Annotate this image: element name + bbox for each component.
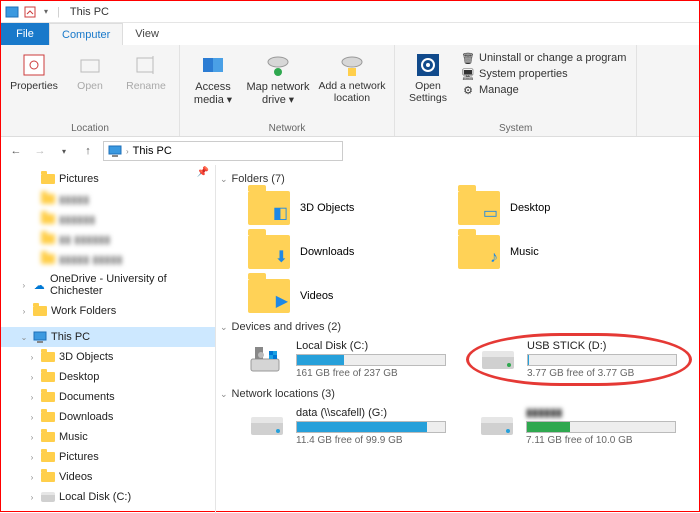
chevron-down-icon: ⌄ bbox=[220, 389, 228, 400]
tree-desktop[interactable]: ›Desktop bbox=[1, 367, 215, 387]
uninstall-program-button[interactable]: 🗑Uninstall or change a program bbox=[461, 51, 626, 65]
qat-properties-icon[interactable] bbox=[23, 5, 37, 19]
storage-bar bbox=[296, 421, 446, 433]
nav-back-button[interactable]: ← bbox=[7, 142, 25, 160]
section-network-header[interactable]: ⌄Network locations (3) bbox=[220, 388, 691, 400]
nav-up-button[interactable]: ↑ bbox=[79, 142, 97, 160]
rename-button: Rename bbox=[119, 49, 173, 123]
window-title: This PC bbox=[70, 6, 109, 18]
ribbon: Properties Open Rename Location Access m… bbox=[1, 45, 699, 137]
chevron-right-icon: › bbox=[126, 147, 129, 156]
add-network-location-icon bbox=[338, 51, 366, 79]
manage-button[interactable]: ⚙Manage bbox=[461, 83, 626, 97]
highlight-annotation: USB STICK (D:) 3.77 GB free of 3.77 GB bbox=[466, 333, 692, 386]
tree-documents[interactable]: ›Documents bbox=[1, 387, 215, 407]
tab-computer[interactable]: Computer bbox=[49, 23, 123, 45]
rename-icon bbox=[132, 51, 160, 79]
tree-work-folders[interactable]: ›Work Folders bbox=[1, 301, 215, 321]
add-network-location-button[interactable]: Add a network location bbox=[316, 49, 388, 123]
tab-view[interactable]: View bbox=[123, 23, 171, 45]
storage-bar bbox=[527, 354, 677, 366]
address-bar[interactable]: › This PC bbox=[103, 141, 343, 161]
folder-3d-objects[interactable]: ◧3D Objects bbox=[248, 191, 428, 225]
network-drive-redacted[interactable]: ▮▮▮▮▮▮ 7.11 GB free of 10.0 GB bbox=[478, 406, 678, 446]
manage-icon: ⚙ bbox=[461, 83, 475, 97]
open-settings-button[interactable]: Open Settings bbox=[401, 49, 455, 123]
system-properties-button[interactable]: 🖥System properties bbox=[461, 67, 626, 81]
system-properties-icon: 🖥 bbox=[461, 67, 475, 81]
section-network-locations: ⌄Network locations (3) data (\\scafell) … bbox=[220, 388, 691, 446]
folder-music[interactable]: ♪Music bbox=[458, 235, 638, 269]
main-area: 📌 Pictures ▮▮▮▮▮ ▮▮▮▮▮▮ ▮▮ ▮▮▮▮▮▮ ▮▮▮▮▮ … bbox=[1, 165, 699, 513]
section-folders-header[interactable]: ⌄Folders (7) bbox=[220, 173, 691, 185]
uninstall-icon: 🗑 bbox=[461, 51, 475, 65]
this-pc-icon bbox=[108, 144, 122, 158]
tree-local-disk[interactable]: ›Local Disk (C:) bbox=[1, 487, 215, 507]
network-drive-icon bbox=[248, 411, 286, 441]
quick-access-toolbar: ▾ bbox=[23, 5, 53, 19]
storage-bar bbox=[296, 354, 446, 366]
map-drive-button[interactable]: Map network drive ▾ bbox=[242, 49, 314, 123]
address-text: This PC bbox=[133, 145, 172, 157]
tree-videos[interactable]: ›Videos bbox=[1, 467, 215, 487]
folder-desktop[interactable]: ▭Desktop bbox=[458, 191, 638, 225]
access-media-button[interactable]: Access media ▾ bbox=[186, 49, 240, 123]
tree-onedrive[interactable]: ›☁OneDrive - University of Chichester bbox=[1, 275, 215, 295]
ribbon-group-network: Access media ▾ Map network drive ▾ Add a… bbox=[180, 45, 395, 136]
chevron-down-icon: ⌄ bbox=[220, 174, 228, 185]
tree-redacted[interactable]: ▮▮ ▮▮▮▮▮▮ bbox=[1, 229, 215, 249]
pin-icon[interactable]: 📌 bbox=[197, 167, 209, 178]
usb-drive-icon bbox=[479, 345, 517, 375]
tree-pictures[interactable]: Pictures bbox=[1, 169, 215, 189]
network-drive-g[interactable]: data (\\scafell) (G:) 11.4 GB free of 99… bbox=[248, 406, 448, 446]
section-drives-header[interactable]: ⌄Devices and drives (2) bbox=[220, 321, 691, 333]
nav-forward-button: → bbox=[31, 142, 49, 160]
tree-downloads[interactable]: ›Downloads bbox=[1, 407, 215, 427]
app-icon bbox=[5, 5, 19, 19]
tree-redacted[interactable]: ▮▮▮▮▮▮ bbox=[1, 209, 215, 229]
titlebar: ▾ | This PC bbox=[1, 1, 699, 23]
drive-usb-d[interactable]: USB STICK (D:) 3.77 GB free of 3.77 GB bbox=[479, 340, 679, 379]
tab-file[interactable]: File bbox=[1, 23, 49, 45]
navigation-tree: 📌 Pictures ▮▮▮▮▮ ▮▮▮▮▮▮ ▮▮ ▮▮▮▮▮▮ ▮▮▮▮▮ … bbox=[1, 165, 216, 513]
storage-bar bbox=[526, 421, 676, 433]
section-drives: ⌄Devices and drives (2) Local Disk (C:) … bbox=[220, 321, 691, 380]
tree-music[interactable]: ›Music bbox=[1, 427, 215, 447]
navigation-bar: ← → ▾ ↑ › This PC bbox=[1, 137, 699, 165]
content-pane: ⌄Folders (7) ◧3D Objects ▭Desktop ⬇Downl… bbox=[216, 165, 699, 513]
chevron-down-icon: ⌄ bbox=[220, 322, 228, 333]
qat-dropdown-icon[interactable]: ▾ bbox=[39, 5, 53, 19]
properties-icon bbox=[20, 51, 48, 79]
folder-videos[interactable]: ▶Videos bbox=[248, 279, 428, 313]
properties-button[interactable]: Properties bbox=[7, 49, 61, 123]
tree-redacted[interactable]: ▮▮▮▮▮ bbox=[1, 189, 215, 209]
open-icon bbox=[76, 51, 104, 79]
nav-recent-dropdown[interactable]: ▾ bbox=[55, 142, 73, 160]
access-media-icon bbox=[199, 51, 227, 79]
folder-downloads[interactable]: ⬇Downloads bbox=[248, 235, 428, 269]
tree-this-pc[interactable]: ⌄This PC bbox=[1, 327, 215, 347]
tree-sidebar-pictures[interactable]: ›Pictures bbox=[1, 447, 215, 467]
tree-3d-objects[interactable]: ›3D Objects bbox=[1, 347, 215, 367]
ribbon-group-location: Properties Open Rename Location bbox=[1, 45, 180, 136]
ribbon-group-system: Open Settings 🗑Uninstall or change a pro… bbox=[395, 45, 637, 136]
network-drive-icon bbox=[478, 411, 516, 441]
open-button: Open bbox=[63, 49, 117, 123]
section-folders: ⌄Folders (7) ◧3D Objects ▭Desktop ⬇Downl… bbox=[220, 173, 691, 313]
local-disk-icon bbox=[248, 345, 286, 375]
drive-local-c[interactable]: Local Disk (C:) 161 GB free of 237 GB bbox=[248, 339, 448, 380]
ribbon-tabs: File Computer View bbox=[1, 23, 699, 45]
map-drive-icon bbox=[264, 51, 292, 79]
settings-gear-icon bbox=[414, 51, 442, 79]
tree-redacted[interactable]: ▮▮▮▮▮ ▮▮▮▮▮ bbox=[1, 249, 215, 269]
